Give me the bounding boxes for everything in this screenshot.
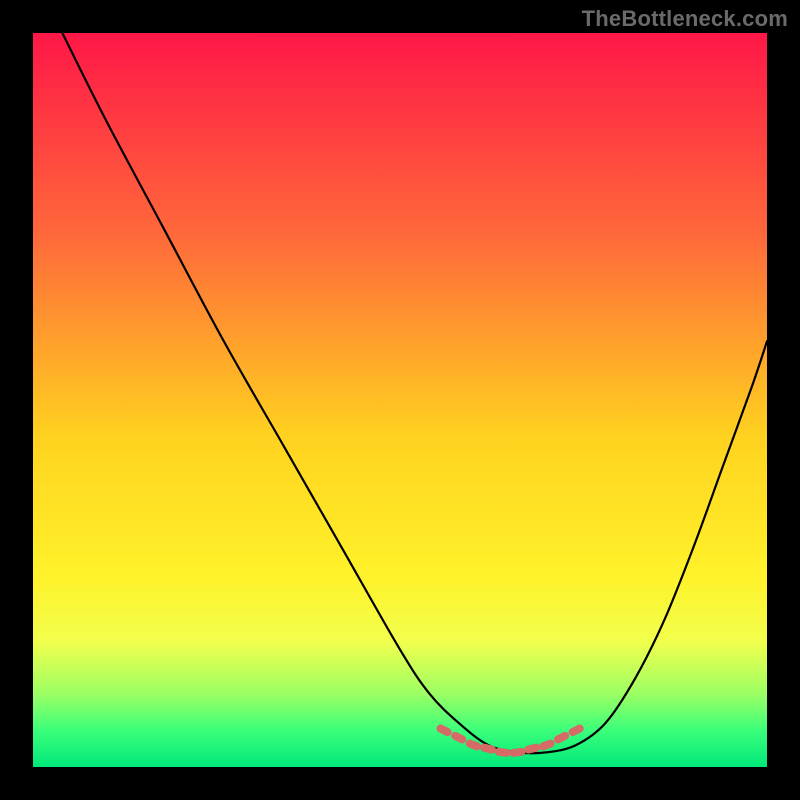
plot-area (33, 33, 767, 767)
gradient-background (33, 33, 767, 767)
chart-svg (33, 33, 767, 767)
chart-frame: TheBottleneck.com (0, 0, 800, 800)
watermark-text: TheBottleneck.com (582, 6, 788, 32)
